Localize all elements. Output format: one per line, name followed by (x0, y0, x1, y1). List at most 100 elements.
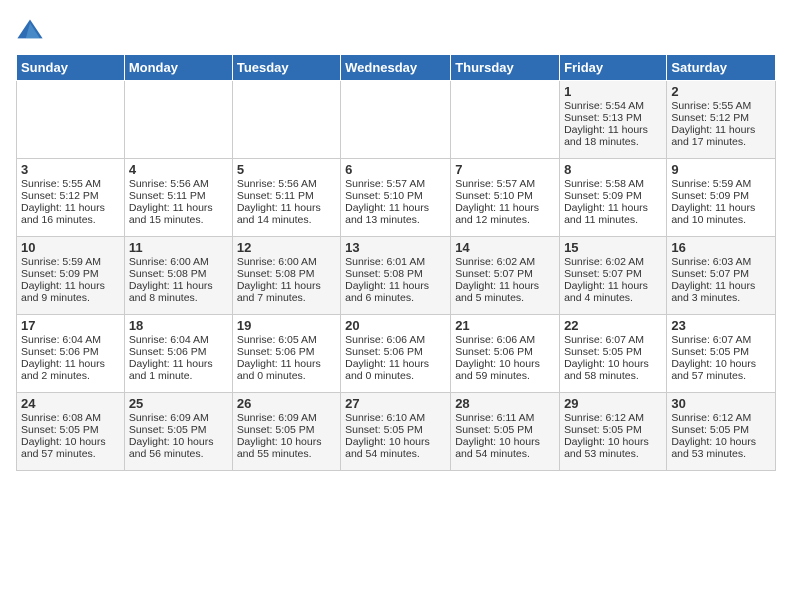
day-number: 21 (455, 318, 555, 333)
day-info: Sunrise: 6:01 AM (345, 256, 446, 268)
calendar-day-cell: 12Sunrise: 6:00 AMSunset: 5:08 PMDayligh… (232, 237, 340, 315)
day-number: 23 (671, 318, 771, 333)
day-info: Daylight: 11 hours and 5 minutes. (455, 280, 555, 304)
calendar-day-cell: 21Sunrise: 6:06 AMSunset: 5:06 PMDayligh… (451, 315, 560, 393)
day-info: Sunset: 5:05 PM (564, 424, 662, 436)
day-info: Daylight: 11 hours and 9 minutes. (21, 280, 120, 304)
day-info: Daylight: 11 hours and 7 minutes. (237, 280, 336, 304)
day-info: Sunset: 5:07 PM (564, 268, 662, 280)
day-info: Sunset: 5:10 PM (455, 190, 555, 202)
day-info: Sunrise: 5:57 AM (455, 178, 555, 190)
day-info: Sunset: 5:08 PM (345, 268, 446, 280)
day-info: Sunset: 5:05 PM (345, 424, 446, 436)
calendar-day-cell: 1Sunrise: 5:54 AMSunset: 5:13 PMDaylight… (560, 81, 667, 159)
day-number: 8 (564, 162, 662, 177)
calendar-day-cell: 6Sunrise: 5:57 AMSunset: 5:10 PMDaylight… (341, 159, 451, 237)
day-info: Sunset: 5:05 PM (21, 424, 120, 436)
day-info: Sunrise: 6:00 AM (237, 256, 336, 268)
day-number: 26 (237, 396, 336, 411)
calendar-day-cell: 26Sunrise: 6:09 AMSunset: 5:05 PMDayligh… (232, 393, 340, 471)
calendar-day-cell: 15Sunrise: 6:02 AMSunset: 5:07 PMDayligh… (560, 237, 667, 315)
weekday-header: Tuesday (232, 55, 340, 81)
day-number: 10 (21, 240, 120, 255)
day-number: 30 (671, 396, 771, 411)
day-info: Daylight: 11 hours and 14 minutes. (237, 202, 336, 226)
logo-icon (16, 16, 44, 44)
day-info: Sunset: 5:08 PM (237, 268, 336, 280)
day-number: 5 (237, 162, 336, 177)
calendar-day-cell: 20Sunrise: 6:06 AMSunset: 5:06 PMDayligh… (341, 315, 451, 393)
day-number: 11 (129, 240, 228, 255)
day-info: Sunset: 5:10 PM (345, 190, 446, 202)
day-number: 25 (129, 396, 228, 411)
day-number: 3 (21, 162, 120, 177)
calendar-day-cell (451, 81, 560, 159)
day-info: Daylight: 10 hours and 56 minutes. (129, 436, 228, 460)
calendar-day-cell: 22Sunrise: 6:07 AMSunset: 5:05 PMDayligh… (560, 315, 667, 393)
day-info: Daylight: 11 hours and 3 minutes. (671, 280, 771, 304)
calendar-day-cell: 14Sunrise: 6:02 AMSunset: 5:07 PMDayligh… (451, 237, 560, 315)
day-info: Daylight: 11 hours and 4 minutes. (564, 280, 662, 304)
day-info: Sunset: 5:07 PM (671, 268, 771, 280)
day-number: 28 (455, 396, 555, 411)
calendar-day-cell: 7Sunrise: 5:57 AMSunset: 5:10 PMDaylight… (451, 159, 560, 237)
calendar-day-cell: 13Sunrise: 6:01 AMSunset: 5:08 PMDayligh… (341, 237, 451, 315)
day-info: Sunrise: 6:07 AM (564, 334, 662, 346)
day-info: Sunset: 5:13 PM (564, 112, 662, 124)
day-info: Sunrise: 6:11 AM (455, 412, 555, 424)
day-number: 14 (455, 240, 555, 255)
calendar-day-cell: 27Sunrise: 6:10 AMSunset: 5:05 PMDayligh… (341, 393, 451, 471)
calendar-day-cell: 9Sunrise: 5:59 AMSunset: 5:09 PMDaylight… (667, 159, 776, 237)
day-info: Sunrise: 6:09 AM (237, 412, 336, 424)
day-info: Sunset: 5:11 PM (237, 190, 336, 202)
calendar-day-cell: 3Sunrise: 5:55 AMSunset: 5:12 PMDaylight… (17, 159, 125, 237)
calendar-day-cell: 24Sunrise: 6:08 AMSunset: 5:05 PMDayligh… (17, 393, 125, 471)
calendar-day-cell: 11Sunrise: 6:00 AMSunset: 5:08 PMDayligh… (124, 237, 232, 315)
day-number: 1 (564, 84, 662, 99)
day-info: Daylight: 10 hours and 58 minutes. (564, 358, 662, 382)
calendar-day-cell: 19Sunrise: 6:05 AMSunset: 5:06 PMDayligh… (232, 315, 340, 393)
day-info: Daylight: 11 hours and 0 minutes. (237, 358, 336, 382)
calendar-day-cell: 17Sunrise: 6:04 AMSunset: 5:06 PMDayligh… (17, 315, 125, 393)
calendar-week-row: 1Sunrise: 5:54 AMSunset: 5:13 PMDaylight… (17, 81, 776, 159)
weekday-header: Wednesday (341, 55, 451, 81)
day-info: Sunset: 5:05 PM (671, 424, 771, 436)
calendar-day-cell: 8Sunrise: 5:58 AMSunset: 5:09 PMDaylight… (560, 159, 667, 237)
day-info: Daylight: 10 hours and 57 minutes. (671, 358, 771, 382)
calendar-header-row: SundayMondayTuesdayWednesdayThursdayFrid… (17, 55, 776, 81)
day-info: Daylight: 11 hours and 2 minutes. (21, 358, 120, 382)
day-number: 19 (237, 318, 336, 333)
calendar-day-cell: 5Sunrise: 5:56 AMSunset: 5:11 PMDaylight… (232, 159, 340, 237)
day-info: Daylight: 11 hours and 10 minutes. (671, 202, 771, 226)
day-info: Daylight: 10 hours and 59 minutes. (455, 358, 555, 382)
weekday-header: Friday (560, 55, 667, 81)
day-info: Sunrise: 5:56 AM (129, 178, 228, 190)
day-info: Sunrise: 6:12 AM (671, 412, 771, 424)
day-info: Sunset: 5:05 PM (671, 346, 771, 358)
day-info: Daylight: 11 hours and 1 minute. (129, 358, 228, 382)
day-info: Sunrise: 6:05 AM (237, 334, 336, 346)
day-info: Daylight: 11 hours and 8 minutes. (129, 280, 228, 304)
calendar-week-row: 10Sunrise: 5:59 AMSunset: 5:09 PMDayligh… (17, 237, 776, 315)
day-info: Sunrise: 6:07 AM (671, 334, 771, 346)
day-info: Sunset: 5:09 PM (21, 268, 120, 280)
page-container: SundayMondayTuesdayWednesdayThursdayFrid… (0, 0, 792, 479)
day-number: 17 (21, 318, 120, 333)
page-header (16, 16, 776, 44)
day-number: 20 (345, 318, 446, 333)
calendar-table: SundayMondayTuesdayWednesdayThursdayFrid… (16, 54, 776, 471)
day-info: Sunset: 5:09 PM (564, 190, 662, 202)
day-info: Sunrise: 6:03 AM (671, 256, 771, 268)
day-info: Sunset: 5:06 PM (237, 346, 336, 358)
day-info: Daylight: 11 hours and 16 minutes. (21, 202, 120, 226)
day-number: 15 (564, 240, 662, 255)
day-number: 2 (671, 84, 771, 99)
day-info: Sunset: 5:12 PM (671, 112, 771, 124)
day-info: Sunset: 5:06 PM (345, 346, 446, 358)
day-info: Sunrise: 6:08 AM (21, 412, 120, 424)
day-info: Daylight: 10 hours and 57 minutes. (21, 436, 120, 460)
day-info: Sunrise: 6:02 AM (455, 256, 555, 268)
weekday-header: Saturday (667, 55, 776, 81)
day-info: Daylight: 11 hours and 13 minutes. (345, 202, 446, 226)
calendar-day-cell: 30Sunrise: 6:12 AMSunset: 5:05 PMDayligh… (667, 393, 776, 471)
